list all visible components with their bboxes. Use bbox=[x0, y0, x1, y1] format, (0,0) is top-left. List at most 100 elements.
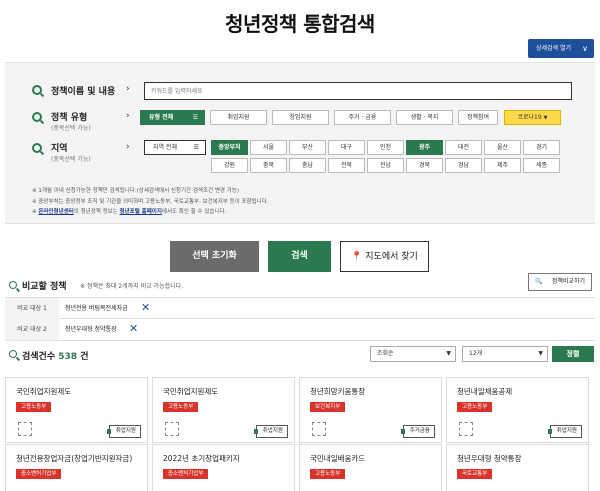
card-badge: 고용노동부 bbox=[457, 402, 493, 412]
region-chip-gwangju[interactable]: 광주 bbox=[406, 140, 443, 155]
policy-card[interactable]: 국민내일배움카드 고용노동부 bbox=[299, 444, 442, 491]
region-chip-seoul[interactable]: 서울 bbox=[250, 140, 287, 155]
type-chip-label: 코로나19 bbox=[517, 114, 542, 121]
policy-card[interactable]: 국민취업지원제도 고용노동부 취업지원 bbox=[152, 377, 295, 443]
type-chip-housing[interactable]: 주거 · 금융 bbox=[334, 110, 391, 125]
card-category-tag: 취업지원 bbox=[547, 425, 582, 438]
compare-button[interactable]: 🔍 정책비교하기 bbox=[528, 273, 592, 291]
result-count-number: 538 bbox=[58, 352, 78, 362]
compare-checkbox[interactable] bbox=[312, 422, 326, 436]
youth-center-link[interactable]: 온라인청년센터 bbox=[38, 209, 73, 215]
type-chip-welfare[interactable]: 생활 · 복지 bbox=[396, 110, 453, 125]
close-icon[interactable]: ✕ bbox=[141, 302, 150, 314]
page-title: 청년정책 통합검색 bbox=[225, 12, 375, 36]
keyword-label: 정책이름 및 내용 bbox=[51, 87, 116, 97]
region-chip-jeonbuk[interactable]: 전북 bbox=[328, 158, 365, 173]
policy-card[interactable]: 청년희망키움통장 보건복지부 주거금융 bbox=[299, 377, 442, 443]
chevron-right-icon: › bbox=[126, 111, 130, 121]
region-chip-sejong[interactable]: 세종 bbox=[523, 158, 560, 173]
search-button[interactable]: 검색 bbox=[268, 241, 331, 272]
compare-checkbox[interactable] bbox=[459, 422, 473, 436]
type-sub-label: (중복선택 가능) bbox=[51, 125, 91, 132]
type-chip-participation[interactable]: 정책참여 bbox=[458, 110, 498, 125]
card-category-tag: 주거금융 bbox=[400, 425, 435, 438]
compare-checkbox[interactable] bbox=[165, 422, 179, 436]
search-icon: 🔍 bbox=[535, 278, 543, 285]
policy-card[interactable]: 청년우대형 청약통장 국토교통부 bbox=[446, 444, 589, 491]
note-line: ※ 1개월 이내 신청가능한 정책만 검색됩니다.(상세검색에서 신청기간 검색… bbox=[32, 188, 239, 194]
region-chip-chungnam[interactable]: 충남 bbox=[289, 158, 326, 173]
policy-card[interactable]: 국민취업지원제도 고용노동부 취업지원 bbox=[5, 377, 148, 443]
region-chip-busan[interactable]: 부산 bbox=[289, 140, 326, 155]
type-chip-job[interactable]: 취업지원 bbox=[210, 110, 267, 125]
search-icon bbox=[32, 85, 42, 95]
search-icon bbox=[9, 281, 17, 289]
type-chip-startup[interactable]: 창업지원 bbox=[272, 110, 329, 125]
card-title: 2022년 초기창업패키지 bbox=[163, 454, 240, 463]
region-chip-jeonnam[interactable]: 전남 bbox=[367, 158, 404, 173]
region-chip-label: 지역 전체 bbox=[153, 144, 177, 151]
search-notes: ※ 1개월 이내 신청가능한 정책만 검색됩니다.(상세검색에서 신청기간 검색… bbox=[32, 186, 269, 218]
sort-select[interactable]: 조회순 ▼ bbox=[370, 346, 456, 362]
region-sub-label: (중복선택 가능) bbox=[51, 156, 91, 163]
region-chip-jeju[interactable]: 제주 bbox=[484, 158, 521, 173]
region-chip-gyeongnam[interactable]: 경남 bbox=[445, 158, 482, 173]
region-chip-daegu[interactable]: 대구 bbox=[328, 140, 365, 155]
card-category-tag: 취업지원 bbox=[106, 425, 141, 438]
card-title: 청년우대형 청약통장 bbox=[457, 454, 522, 463]
chevron-down-icon: ∨ bbox=[582, 44, 588, 53]
policy-card[interactable]: 2022년 초기창업패키지 중소벤처기업부 bbox=[152, 444, 295, 491]
region-chip-gyeongbuk[interactable]: 경북 bbox=[406, 158, 443, 173]
region-chip-gangwon[interactable]: 강원 bbox=[211, 158, 248, 173]
search-icon bbox=[9, 350, 17, 358]
region-chip-ulsan[interactable]: 울산 bbox=[484, 140, 521, 155]
menu-icon: ☰ bbox=[193, 144, 199, 151]
chevron-right-icon: › bbox=[126, 84, 130, 94]
compare-row-label: 비교 대상 1 bbox=[5, 298, 59, 319]
compare-row: 비교 대상 2 청년우대형 청약통장 ✕ bbox=[5, 319, 595, 341]
compare-row: 비교 대상 1 청년전용 버팀목전세자금 ✕ bbox=[5, 297, 595, 319]
youth-portal-link[interactable]: 청년포털 홈페이지 bbox=[120, 209, 162, 215]
region-label: 지역 bbox=[51, 144, 68, 154]
note-text: 의 청년정책 정보는 bbox=[73, 209, 118, 215]
reset-button[interactable]: 선택 초기화 bbox=[170, 241, 259, 272]
card-title: 국민취업지원제도 bbox=[163, 387, 219, 396]
sort-select-value: 조회순 bbox=[377, 350, 394, 357]
note-text: 에서도 확인 할 수 있습니다. bbox=[161, 209, 227, 215]
card-badge: 중소벤처기업부 bbox=[163, 469, 209, 479]
card-badge: 보건복지부 bbox=[310, 402, 346, 412]
map-search-button[interactable]: 📍 지도에서 찾기 bbox=[340, 241, 429, 272]
page-size-select[interactable]: 12개 ▼ bbox=[462, 346, 548, 362]
type-chip-all[interactable]: 유형 전체 ☰ bbox=[140, 110, 205, 125]
card-badge: 고용노동부 bbox=[310, 469, 346, 479]
search-icon bbox=[32, 112, 42, 122]
card-title: 청년희망키움통장 bbox=[310, 387, 366, 396]
region-chip-incheon[interactable]: 인천 bbox=[367, 140, 404, 155]
chevron-down-icon: ▼ bbox=[543, 115, 548, 121]
card-category-tag: 취업지원 bbox=[253, 425, 288, 438]
compare-checkbox[interactable] bbox=[18, 422, 32, 436]
compare-row-item: 청년전용 버팀목전세자금 bbox=[65, 305, 128, 312]
region-chip-central[interactable]: 중앙부처 bbox=[211, 140, 248, 155]
policy-card[interactable]: 청년내일채움공제 고용노동부 취업지원 bbox=[446, 377, 589, 443]
region-chip-gyeonggi[interactable]: 경기 bbox=[523, 140, 560, 155]
chevron-down-icon: ▼ bbox=[446, 350, 451, 357]
region-chip-chungbuk[interactable]: 충북 bbox=[250, 158, 287, 173]
type-chip-covid[interactable]: 코로나19 ▼ bbox=[504, 110, 561, 125]
close-icon[interactable]: ✕ bbox=[129, 323, 138, 335]
card-title: 청년전용창업자금(창업기반지원자금) bbox=[16, 454, 133, 463]
note-line: ※ 온라인청년센터의 청년정책 정보는 청년포털 홈페이지에서도 확인 할 수 … bbox=[32, 207, 269, 218]
detail-search-label: 상세검색 열기 bbox=[536, 45, 572, 52]
sort-button[interactable]: 정렬 bbox=[552, 346, 594, 362]
note-prefix: ※ bbox=[32, 209, 37, 215]
compare-note: ※ 정책은 최대 2개까지 비교 가능합니다. bbox=[80, 283, 184, 290]
card-badge: 고용노동부 bbox=[163, 402, 199, 412]
keyword-input[interactable] bbox=[144, 82, 572, 100]
result-count-prefix: 검색건수 bbox=[22, 352, 56, 362]
region-chip-daejeon[interactable]: 대전 bbox=[445, 140, 482, 155]
page-size-value: 12개 bbox=[469, 350, 483, 357]
policy-card[interactable]: 청년전용창업자금(창업기반지원자금) 중소벤처기업부 bbox=[5, 444, 148, 491]
region-chip-all[interactable]: 지역 전체 ☰ bbox=[144, 140, 206, 155]
detail-search-button[interactable]: 상세검색 열기 ∨ bbox=[528, 39, 594, 58]
result-count-suffix: 건 bbox=[80, 352, 89, 362]
